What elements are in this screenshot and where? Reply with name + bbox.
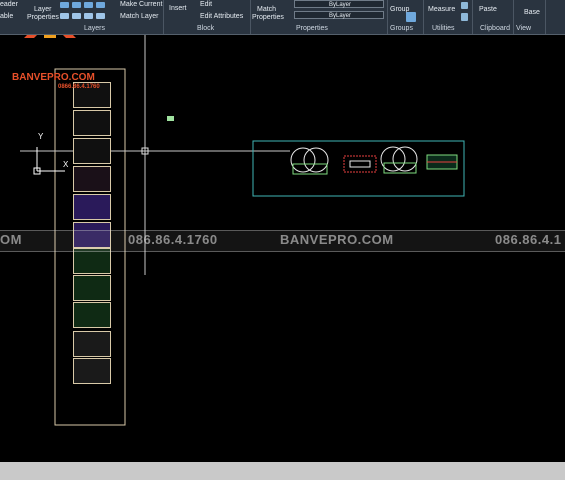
layer-icon[interactable]: [96, 2, 105, 8]
header-tool[interactable]: eader: [0, 1, 18, 9]
divider: [513, 0, 514, 34]
divider: [545, 0, 546, 34]
make-current-button[interactable]: Make Current: [120, 1, 162, 9]
divider: [387, 0, 388, 34]
elevation-drawing-2: [343, 155, 377, 173]
drawing-canvas[interactable]: BANVEPRO.COM 0866.86.4.1760 Y X OM 086.8…: [0, 35, 565, 462]
divider: [423, 0, 424, 34]
drawing-sheet[interactable]: [73, 275, 111, 301]
watermark-text: OM: [0, 232, 22, 247]
layer-icon[interactable]: [60, 13, 69, 19]
edit-block-button[interactable]: Edit: [200, 1, 212, 9]
watermark-phone: 086.86.4.1: [495, 232, 562, 247]
properties-panel-title[interactable]: Properties: [296, 25, 328, 32]
watermark-site: BANVEPRO.COM: [280, 232, 394, 247]
elevation-drawing-3: [380, 146, 418, 174]
status-bar: [0, 462, 565, 480]
layers-panel-title[interactable]: Layers: [84, 25, 105, 32]
drawing-sheet[interactable]: [73, 358, 111, 384]
linetype-dropdown[interactable]: ByLayer: [294, 11, 384, 19]
drawing-sheet[interactable]: [73, 110, 111, 136]
elevation-drawing-1: [290, 147, 329, 175]
layer-icon[interactable]: [84, 13, 93, 19]
match-layer-button[interactable]: Match Layer: [120, 13, 159, 21]
logo-phone: 0866.86.4.1760: [58, 84, 100, 90]
view-panel-title[interactable]: View: [516, 25, 531, 32]
layer-properties-button[interactable]: Layer: [34, 6, 52, 14]
watermark-phone: 086.86.4.1760: [128, 232, 218, 247]
match-properties-button[interactable]: Match: [257, 6, 276, 14]
utilities-panel-title[interactable]: Utilities: [432, 25, 455, 32]
drawing-sheet[interactable]: [73, 302, 111, 328]
drawing-sheet[interactable]: [73, 194, 111, 220]
ucs-x-label: X: [63, 160, 69, 169]
marker: [167, 116, 174, 121]
ucs-y-label: Y: [38, 132, 44, 141]
drawing-sheet[interactable]: [73, 331, 111, 357]
drawing-sheet[interactable]: [73, 166, 111, 192]
color-dropdown[interactable]: ByLayer: [294, 0, 384, 8]
layer-icon[interactable]: [96, 13, 105, 19]
clipboard-panel-title[interactable]: Clipboard: [480, 25, 510, 32]
table-tool[interactable]: able: [0, 13, 13, 21]
group-icon[interactable]: [406, 12, 416, 22]
logo-text: BANVEPRO.COM: [12, 72, 95, 83]
block-panel-title[interactable]: Block: [197, 25, 214, 32]
banvepro-logo-icon: [24, 35, 76, 38]
edit-attributes-button[interactable]: Edit Attributes: [200, 13, 243, 21]
divider: [163, 0, 164, 34]
layer-properties-label[interactable]: Properties: [27, 14, 59, 22]
match-properties-label[interactable]: Properties: [252, 14, 284, 22]
layer-icon[interactable]: [60, 2, 69, 8]
elevation-drawing-4: [426, 154, 458, 170]
paste-button[interactable]: Paste: [479, 6, 497, 14]
calculator-icon[interactable]: [461, 2, 468, 9]
measure-button[interactable]: Measure: [428, 6, 455, 14]
layer-icon[interactable]: [72, 2, 81, 8]
ribbon: eader able Layer Properties Make Current…: [0, 0, 565, 35]
divider: [472, 0, 473, 34]
divider: [250, 0, 251, 34]
drawing-sheet[interactable]: [73, 138, 111, 164]
layer-icon[interactable]: [84, 2, 93, 8]
calculator-icon[interactable]: [461, 13, 468, 21]
groups-panel-title[interactable]: Groups: [390, 25, 413, 32]
layer-icon[interactable]: [72, 13, 81, 19]
insert-button[interactable]: Insert: [169, 5, 187, 13]
base-button[interactable]: Base: [524, 9, 540, 17]
